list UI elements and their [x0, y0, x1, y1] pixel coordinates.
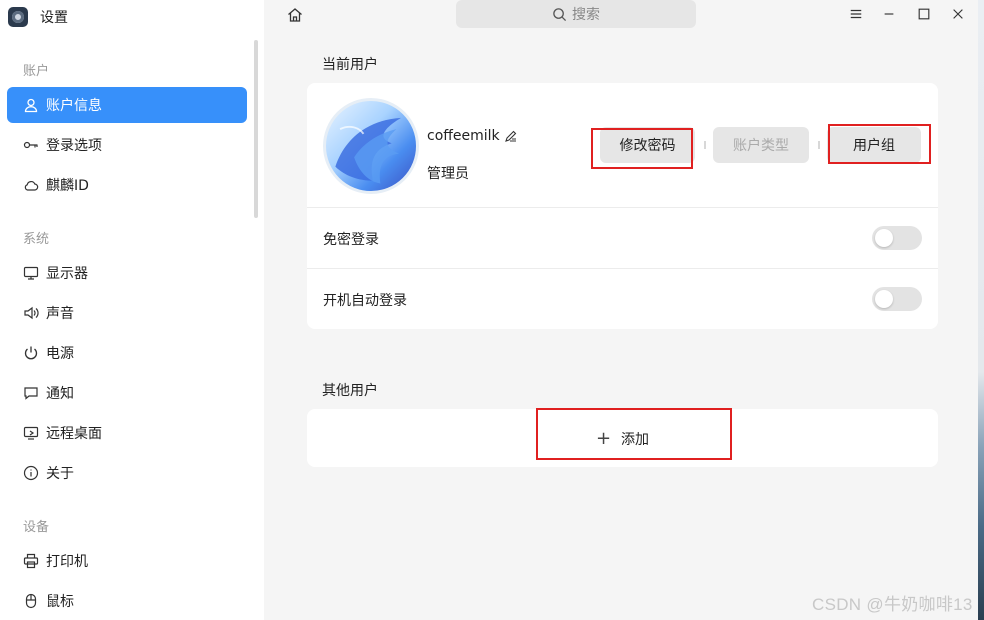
separator	[704, 141, 706, 149]
search-placeholder: 搜索	[572, 7, 600, 23]
app-title: 设置	[40, 10, 68, 26]
group-title-system: 系统	[23, 232, 50, 247]
passwordless-login-toggle[interactable]	[872, 226, 922, 250]
sidebar-item-sound[interactable]: 声音	[7, 295, 247, 331]
speaker-icon	[23, 305, 39, 321]
sidebar-item-login-options[interactable]: 登录选项	[7, 127, 247, 163]
sidebar-item-remote-desktop[interactable]: 远程桌面	[7, 415, 247, 451]
sidebar-item-label: 登录选项	[46, 138, 102, 154]
avatar[interactable]	[323, 98, 419, 194]
sidebar-item-label: 声音	[46, 306, 74, 322]
plus-icon: +	[595, 428, 612, 449]
account-type-button[interactable]: 账户类型	[713, 127, 809, 163]
separator	[818, 141, 820, 149]
user-type: 管理员	[427, 166, 469, 182]
sidebar-item-kylin-id[interactable]: 麒麟ID	[7, 167, 247, 203]
minimize-icon[interactable]	[881, 6, 897, 22]
search-input[interactable]: 搜索	[456, 0, 696, 28]
sidebar-item-notifications[interactable]: 通知	[7, 375, 247, 411]
passwordless-login-label: 免密登录	[323, 232, 379, 248]
sidebar-item-label: 账户信息	[46, 98, 102, 114]
edit-icon[interactable]	[504, 129, 518, 143]
other-users-card: + 添加	[307, 408, 938, 467]
close-icon[interactable]	[950, 6, 966, 22]
watermark: CSDN @牛奶咖啡13	[812, 595, 973, 614]
sidebar-item-label: 关于	[46, 466, 74, 482]
current-user-card: coffeemilk 管理员 修改密码 账户类型 用户组 免密登录 开机自动登录	[307, 83, 938, 329]
auto-login-toggle[interactable]	[872, 287, 922, 311]
info-icon	[23, 465, 39, 481]
dragon-avatar-image	[335, 117, 401, 184]
add-user-button[interactable]: + 添加	[307, 409, 938, 467]
home-icon[interactable]	[286, 6, 304, 24]
sidebar-item-display[interactable]: 显示器	[7, 255, 247, 291]
sidebar-item-printer[interactable]: 打印机	[7, 543, 247, 579]
sidebar: 设置 账户 账户信息 登录选项 麒麟ID 系统 显示器 声音 电源 通知 远程桌…	[0, 0, 264, 620]
group-title-devices: 设备	[23, 520, 50, 535]
sidebar-scrollbar[interactable]	[254, 40, 258, 218]
cloud-icon	[23, 177, 39, 193]
username: coffeemilk	[427, 128, 518, 144]
sidebar-item-account-info[interactable]: 账户信息	[7, 87, 247, 123]
mouse-icon	[23, 593, 39, 609]
settings-app-icon	[8, 7, 28, 27]
search-icon	[553, 7, 567, 21]
menu-icon[interactable]	[848, 6, 864, 22]
sidebar-item-label: 打印机	[46, 554, 88, 570]
key-icon	[23, 137, 39, 153]
sidebar-item-label: 鼠标	[46, 594, 74, 610]
monitor-icon	[23, 265, 39, 281]
maximize-icon[interactable]	[916, 6, 932, 22]
user-icon	[23, 97, 39, 113]
power-icon	[23, 345, 39, 361]
sidebar-item-power[interactable]: 电源	[7, 335, 247, 371]
sidebar-item-mouse[interactable]: 鼠标	[7, 583, 247, 619]
group-title-account: 账户	[23, 64, 50, 79]
other-users-title: 其他用户	[322, 383, 378, 399]
add-user-label: 添加	[621, 432, 650, 448]
current-user-title: 当前用户	[322, 57, 378, 73]
change-password-button[interactable]: 修改密码	[600, 127, 695, 163]
auto-login-label: 开机自动登录	[323, 293, 407, 309]
divider	[307, 268, 938, 269]
message-icon	[23, 385, 39, 401]
sidebar-item-about[interactable]: 关于	[7, 455, 247, 491]
user-group-button[interactable]: 用户组	[827, 127, 921, 163]
main-panel: 搜索 当前用户 coffeemilk 管理员 修改密码 账户类型 用户组 免密登…	[264, 0, 978, 620]
username-text: coffeemilk	[427, 128, 500, 144]
remote-desktop-icon	[23, 425, 39, 441]
divider	[307, 207, 938, 208]
sidebar-item-label: 麒麟ID	[46, 178, 89, 194]
printer-icon	[23, 553, 39, 569]
sidebar-item-label: 电源	[46, 346, 74, 362]
desktop-background	[978, 0, 984, 620]
sidebar-item-label: 远程桌面	[46, 426, 102, 442]
sidebar-item-label: 通知	[46, 386, 74, 402]
app-header: 设置	[8, 6, 68, 28]
sidebar-item-label: 显示器	[46, 266, 88, 282]
